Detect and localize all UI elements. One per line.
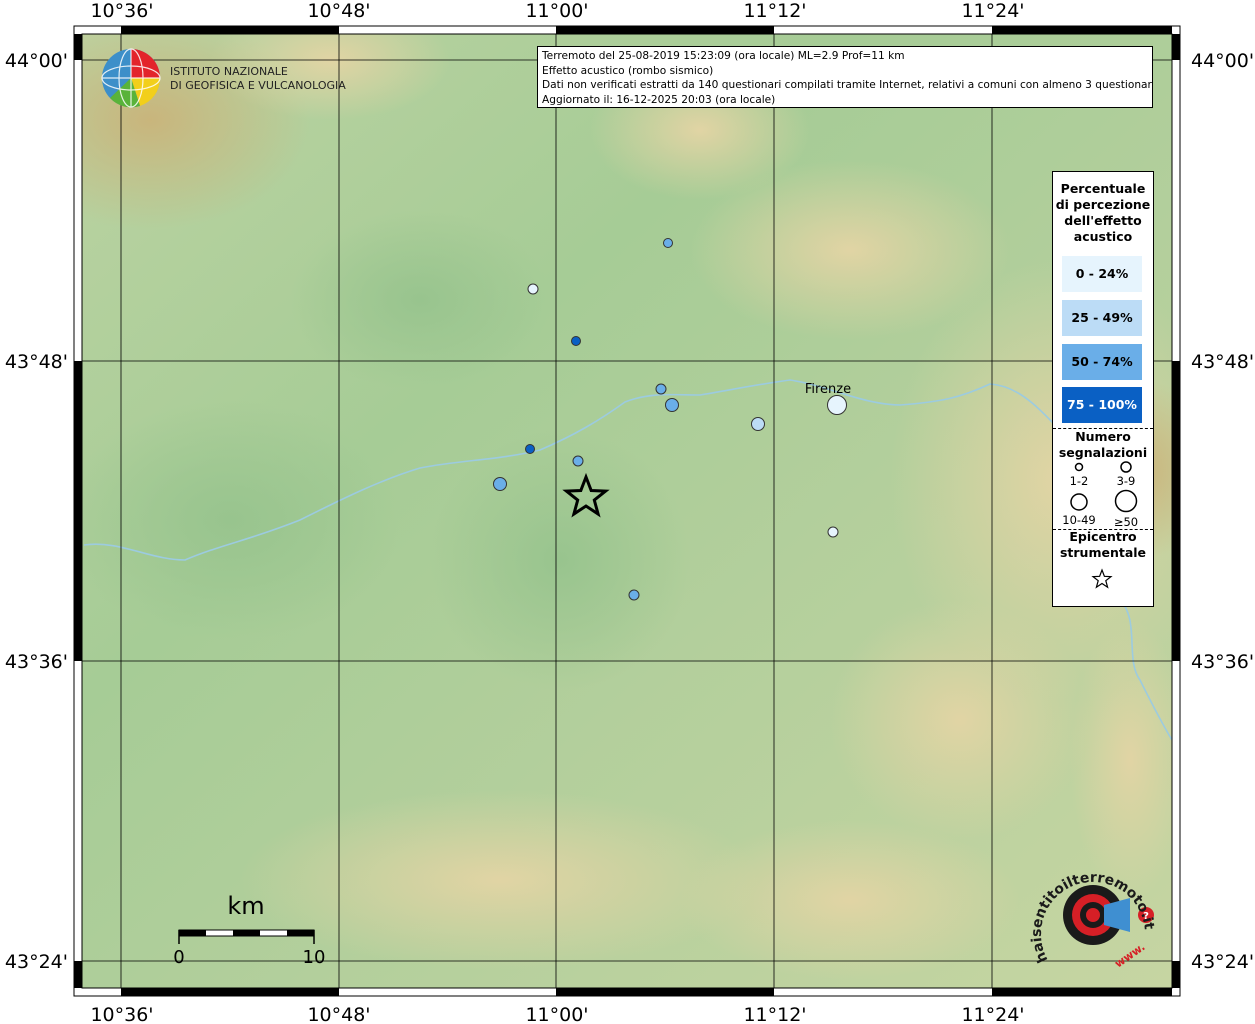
lon-label: 11°00' — [525, 1004, 588, 1024]
legend-size-label: 10-49 — [1062, 513, 1096, 527]
terrain-background — [82, 34, 1172, 988]
scale-end: 10 — [303, 947, 326, 968]
lat-label: 43°24' — [5, 951, 68, 973]
legend-title-line: acustico — [1073, 229, 1133, 244]
legend-star-icon — [1091, 568, 1113, 589]
event-info-line2: Effetto acustico (rombo sismico) — [542, 64, 714, 77]
legend-class-3: 75 - 100% — [1062, 387, 1142, 423]
institute-name-line1: ISTITUTO NAZIONALE — [170, 65, 288, 78]
town-point — [493, 477, 507, 491]
lat-label: 43°48' — [5, 351, 68, 373]
legend-count-title: segnalazioni — [1058, 445, 1148, 460]
lon-label: 10°48' — [307, 0, 370, 22]
lat-label: 44°00' — [1191, 50, 1254, 72]
institute-name-line2: DI GEOFISICA E VULCANOLOGIA — [170, 79, 346, 92]
lon-label: 11°24' — [961, 1004, 1024, 1024]
lat-label: 43°48' — [1191, 351, 1254, 373]
town-point — [527, 283, 539, 295]
lon-label: 11°24' — [961, 0, 1024, 22]
town-point — [628, 589, 640, 601]
legend-epicenter-title: strumentale — [1059, 545, 1147, 560]
legend-epicenter-title: Epicentro — [1069, 529, 1137, 544]
lat-label: 43°36' — [1191, 651, 1254, 673]
lat-label: 43°24' — [1191, 951, 1254, 973]
town-point — [663, 238, 673, 248]
lat-labels-left: 44°00' 43°48' 43°36' 43°24' — [5, 50, 68, 973]
town-point — [655, 383, 667, 395]
scale-unit: km — [227, 892, 264, 920]
legend-size-label: 3-9 — [1116, 474, 1136, 488]
town-point — [827, 526, 839, 538]
lat-label: 43°36' — [5, 651, 68, 673]
town-point — [525, 444, 535, 454]
event-info-box: Terremoto del 25-08-2019 15:23:09 (ora l… — [537, 46, 1153, 108]
lon-labels-bottom: 10°36' 10°48' 11°00' 11°12' 11°24' — [90, 1004, 1024, 1024]
event-info-line4: Aggiornato il: 16-12-2025 20:03 (ora loc… — [542, 93, 776, 106]
legend-count-title: Numero — [1075, 429, 1131, 444]
legend: Percentuale di percezione dell'effetto a… — [1052, 171, 1154, 607]
lon-labels-top: 10°36' 10°48' 11°00' 11°12' 11°24' — [90, 0, 1024, 22]
town-point — [665, 398, 679, 412]
lat-label: 44°00' — [5, 50, 68, 72]
lon-label: 11°12' — [743, 1004, 806, 1024]
event-info-line3: Dati non verificati estratti da 140 ques… — [542, 79, 1153, 91]
lon-label: 10°48' — [307, 1004, 370, 1024]
legend-size-label: ≥50 — [1113, 515, 1139, 529]
town-point — [751, 417, 765, 431]
lon-label: 10°36' — [90, 0, 153, 22]
legend-class-1: 25 - 49% — [1062, 300, 1142, 336]
town-point — [827, 395, 847, 415]
legend-title-line: di percezione — [1055, 197, 1151, 212]
scale-start: 0 — [173, 947, 184, 968]
event-info-line1: Terremoto del 25-08-2019 15:23:09 (ora l… — [542, 50, 905, 62]
town-point — [571, 336, 581, 346]
legend-title-line: dell'effetto — [1064, 213, 1142, 228]
legend-class-2: 50 - 74% — [1062, 344, 1142, 380]
lon-label: 11°12' — [743, 0, 806, 22]
legend-class-0: 0 - 24% — [1062, 256, 1142, 292]
lon-label: 11°00' — [525, 0, 588, 22]
legend-title-line: Percentuale — [1060, 181, 1146, 196]
city-label-firenze: Firenze — [805, 382, 851, 397]
town-point — [572, 455, 584, 467]
lat-labels-right: 44°00' 43°48' 43°36' 43°24' — [1191, 50, 1254, 973]
lon-label: 10°36' — [90, 1004, 153, 1024]
legend-size-label: 1-2 — [1069, 474, 1089, 488]
